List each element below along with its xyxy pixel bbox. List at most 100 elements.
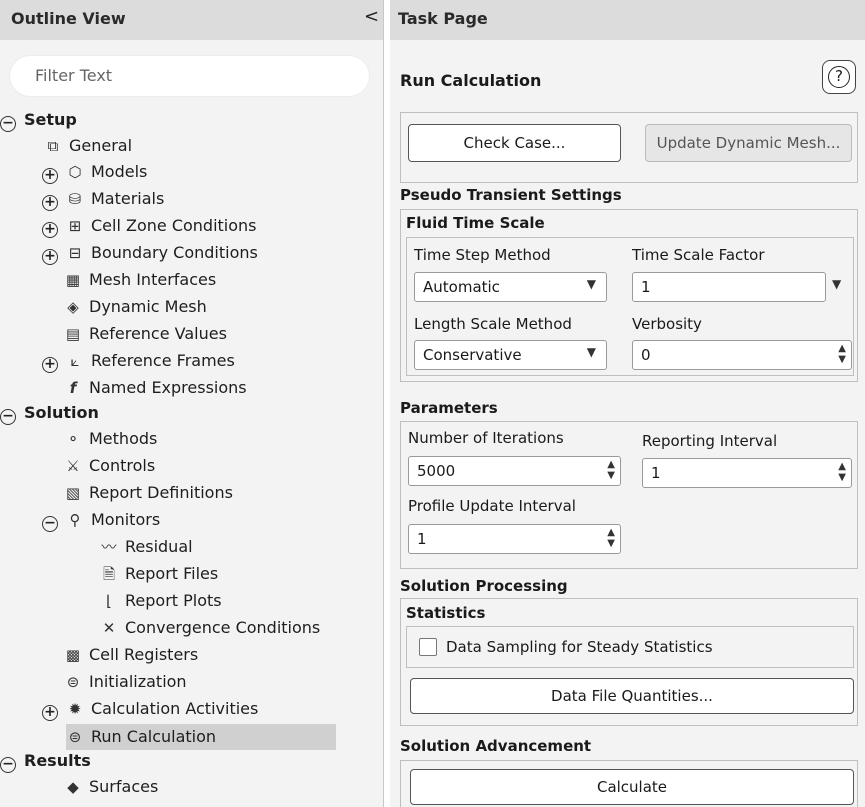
- expand-toggle-icon[interactable]: +: [42, 222, 58, 238]
- filter-text-input[interactable]: [35, 66, 355, 85]
- tree-item-partial[interactable]: +: [42, 800, 66, 807]
- expand-toggle-icon[interactable]: +: [42, 357, 58, 373]
- number-of-iterations-spinner[interactable]: 5000 ▲ ▼: [408, 456, 621, 486]
- methods-icon: ⚬: [66, 430, 80, 448]
- verbosity-spinner[interactable]: 0 ▲ ▼: [632, 340, 852, 370]
- spinner-value: 0: [641, 346, 651, 364]
- spinner-arrows-icon[interactable]: ▲ ▼: [607, 459, 615, 481]
- tree-item-mesh-interfaces[interactable]: ▦ Mesh Interfaces: [64, 267, 216, 293]
- expand-toggle-icon[interactable]: +: [42, 249, 58, 265]
- models-icon: ⬡: [68, 163, 82, 181]
- tree-item-materials[interactable]: + ⛁ Materials: [42, 186, 164, 212]
- update-dynamic-mesh-button[interactable]: Update Dynamic Mesh...: [645, 124, 852, 162]
- data-sampling-checkbox[interactable]: [419, 638, 437, 656]
- help-button[interactable]: ?: [822, 60, 856, 94]
- chevron-down-icon: ▼: [586, 345, 596, 359]
- tree-item-methods[interactable]: ⚬ Methods: [64, 426, 158, 452]
- spinner-value: 1: [651, 464, 661, 482]
- tree-item-models[interactable]: + ⬡ Models: [42, 159, 147, 185]
- tree-item-report-plots[interactable]: ⌊ Report Plots: [100, 588, 222, 614]
- tree-item-general[interactable]: ⧉ General: [44, 133, 132, 159]
- spinner-arrows-icon[interactable]: ▲ ▼: [607, 527, 615, 549]
- tree-item-run-calculation[interactable]: ⊜ Run Calculation: [66, 724, 336, 750]
- calculate-button[interactable]: Calculate: [410, 769, 854, 805]
- collapse-toggle-icon[interactable]: −: [42, 516, 58, 532]
- collapse-toggle-icon[interactable]: −: [0, 757, 16, 773]
- data-sampling-label[interactable]: Data Sampling for Steady Statistics: [446, 638, 713, 656]
- time-scale-factor-combo[interactable]: 1: [632, 272, 826, 302]
- materials-icon: ⛁: [68, 190, 82, 208]
- tree-item-cell-zone-conditions[interactable]: + ⊞ Cell Zone Conditions: [42, 213, 257, 239]
- spinner-value: 1: [417, 530, 427, 548]
- reference-values-icon: ▤: [65, 325, 81, 343]
- tree-item-convergence-conditions[interactable]: ✕ Convergence Conditions: [100, 615, 321, 641]
- general-icon: ⧉: [47, 137, 59, 155]
- pseudo-transient-settings-label: Pseudo Transient Settings: [400, 186, 622, 204]
- cell-registers-icon: ▩: [65, 646, 81, 664]
- expand-toggle-icon[interactable]: +: [42, 195, 58, 211]
- reporting-interval-spinner[interactable]: 1 ▲ ▼: [642, 458, 852, 488]
- reporting-interval-label: Reporting Interval: [642, 432, 778, 450]
- tree-label: Report Files: [125, 564, 219, 583]
- tree-label: Report Plots: [125, 591, 222, 610]
- data-file-quantities-button[interactable]: Data File Quantities...: [410, 678, 854, 714]
- spinner-arrows-icon[interactable]: ▲ ▼: [838, 461, 846, 483]
- spinner-arrows-icon[interactable]: ▲ ▼: [838, 343, 846, 365]
- tree-label: Initialization: [89, 672, 187, 691]
- tree-item-solution[interactable]: − Solution: [0, 400, 99, 426]
- tree-label: Results: [24, 751, 91, 770]
- panel-divider[interactable]: [383, 0, 390, 807]
- tree-item-setup[interactable]: − Setup: [0, 107, 77, 133]
- time-step-method-dropdown[interactable]: Automatic ▼: [414, 272, 607, 302]
- report-definitions-icon: ▧: [65, 484, 81, 502]
- tree-item-report-files[interactable]: 🗎 Report Files: [100, 561, 218, 587]
- task-page-title: Task Page: [398, 9, 488, 28]
- tree-label: Monitors: [91, 510, 161, 529]
- task-page-panel: Task Page Run Calculation ? Check Case..…: [390, 0, 865, 807]
- monitors-search-icon: ⚲: [69, 511, 81, 529]
- tree-item-calculation-activities[interactable]: + ✹ Calculation Activities: [42, 696, 258, 722]
- tree-item-results[interactable]: − Results: [0, 748, 91, 774]
- tree-item-controls[interactable]: ⚔ Controls: [64, 453, 155, 479]
- tree-label: Solution: [24, 403, 99, 422]
- tree-item-report-definitions[interactable]: ▧ Report Definitions: [64, 480, 233, 506]
- tree-item-cell-registers[interactable]: ▩ Cell Registers: [64, 642, 198, 668]
- collapse-toggle-icon[interactable]: −: [0, 409, 16, 425]
- tree-item-named-expressions[interactable]: f Named Expressions: [64, 375, 247, 401]
- tree-item-reference-frames[interactable]: + ⟀ Reference Frames: [42, 348, 235, 374]
- tree-item-surfaces[interactable]: ◆ Surfaces: [64, 774, 158, 800]
- length-scale-method-dropdown[interactable]: Conservative ▼: [414, 340, 607, 370]
- check-case-button[interactable]: Check Case...: [408, 124, 621, 162]
- report-plots-icon: ⌊: [106, 592, 112, 610]
- expand-toggle-icon[interactable]: +: [42, 705, 58, 721]
- tree-label: Residual: [125, 537, 193, 556]
- tree-item-residual[interactable]: 〰 Residual: [100, 534, 193, 560]
- tree-label: Surfaces: [89, 777, 159, 796]
- outline-title: Outline View: [11, 9, 126, 28]
- filter-text-box[interactable]: [9, 55, 370, 97]
- tree-item-reference-values[interactable]: ▤ Reference Values: [64, 321, 227, 347]
- tree-item-initialization[interactable]: ⊜ Initialization: [64, 669, 187, 695]
- collapse-panel-button[interactable]: <: [364, 7, 379, 27]
- tree-label: Controls: [89, 456, 156, 475]
- page-title: Run Calculation: [400, 71, 542, 90]
- help-icon: ?: [828, 66, 850, 88]
- calculation-activities-gear-icon: ✹: [68, 700, 82, 718]
- tree-item-boundary-conditions[interactable]: + ⊟ Boundary Conditions: [42, 240, 258, 266]
- tree-label: Calculation Activities: [91, 699, 259, 718]
- tree-label: Named Expressions: [89, 378, 247, 397]
- time-scale-factor-label: Time Scale Factor: [632, 246, 765, 264]
- tree-label: Mesh Interfaces: [89, 270, 217, 289]
- chevron-down-icon: ▼: [586, 277, 596, 291]
- tree-item-dynamic-mesh[interactable]: ◈ Dynamic Mesh: [64, 294, 207, 320]
- profile-update-interval-label: Profile Update Interval: [408, 497, 576, 515]
- chevron-down-icon[interactable]: ▼: [832, 277, 841, 291]
- expand-toggle-icon[interactable]: +: [42, 168, 58, 184]
- collapse-toggle-icon[interactable]: −: [0, 116, 16, 132]
- residual-icon: 〰: [101, 538, 117, 556]
- convergence-conditions-icon: ✕: [102, 619, 116, 637]
- profile-update-interval-spinner[interactable]: 1 ▲ ▼: [408, 524, 621, 554]
- number-of-iterations-label: Number of Iterations: [408, 429, 564, 447]
- tree-item-monitors[interactable]: − ⚲ Monitors: [42, 507, 160, 533]
- tree-label: Materials: [91, 189, 165, 208]
